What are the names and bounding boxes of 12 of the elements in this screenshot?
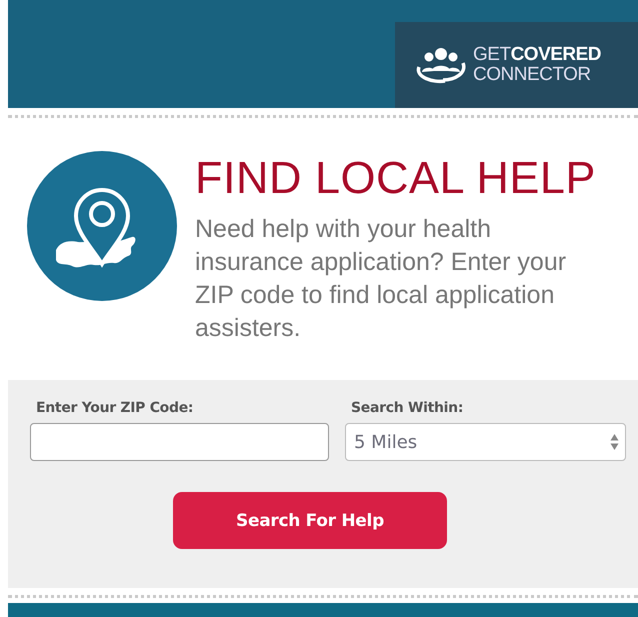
- logo-text: CONNECTOR: [473, 65, 592, 85]
- description-text: Need help with your health insurance application? Enter your ZIP code to find local application assisters.: [195, 214, 568, 344]
- stepper-arrows-icon: [610, 433, 619, 451]
- distance-dropdown[interactable]: 5 Miles: [345, 423, 626, 461]
- search-button[interactable]: Search For Help: [173, 492, 447, 549]
- map-pin-icon: [26, 150, 178, 302]
- page-title: FIND LOCAL HELP: [195, 153, 596, 203]
- field-label: Enter Your ZIP Code:: [36, 400, 194, 416]
- people-circle-icon: [415, 45, 467, 85]
- logo-text: GETCOVERED: [473, 45, 602, 65]
- zip-code-field[interactable]: [30, 423, 329, 461]
- field-label: Search Within:: [351, 400, 464, 416]
